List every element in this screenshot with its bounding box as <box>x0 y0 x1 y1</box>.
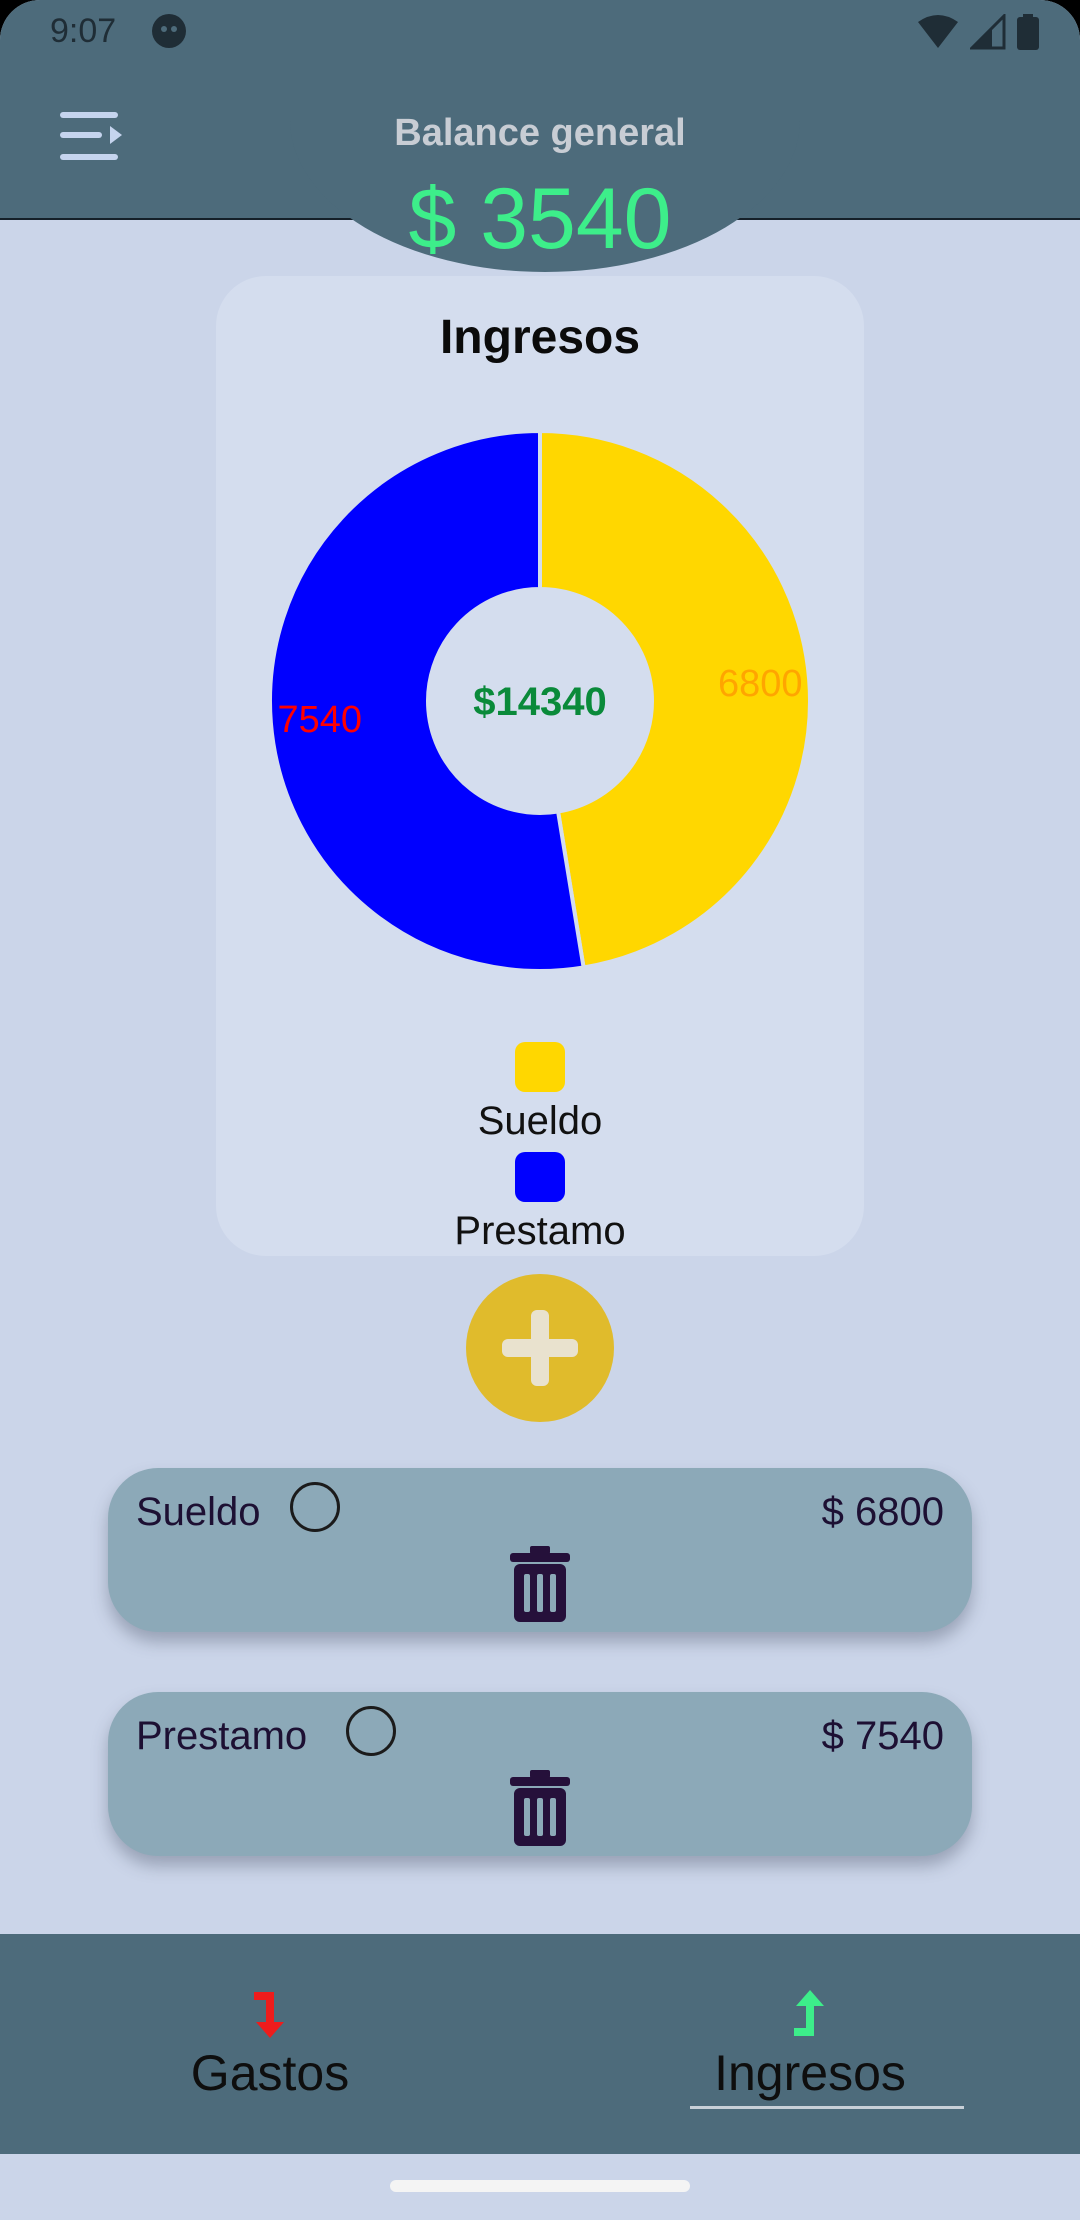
list-item[interactable]: Sueldo $ 6800 <box>108 1468 972 1632</box>
donut-center-total: $14340 <box>473 680 606 724</box>
legend-label: Prestamo <box>454 1209 626 1253</box>
trash-icon[interactable] <box>508 1770 572 1846</box>
status-bar: 9:07 <box>0 0 1080 66</box>
app-screen: 9:07 Balance general $ 3540 Ingresos 680 <box>0 0 1080 2220</box>
add-income-button[interactable] <box>466 1274 614 1422</box>
balance-title: Balance general <box>394 112 686 154</box>
home-indicator[interactable] <box>390 2180 690 2192</box>
legend-item: Sueldo <box>216 1042 864 1144</box>
entry-name: Prestamo <box>136 1714 308 1758</box>
slice-value-label: 6800 <box>718 663 803 705</box>
tab-gastos[interactable]: Gastos <box>120 1934 420 2154</box>
tab-label: Gastos <box>190 2045 350 2101</box>
status-icons <box>916 14 1040 50</box>
balance-amount: $ 3540 <box>408 171 672 267</box>
tab-ingresos[interactable]: Ingresos <box>660 1934 964 2154</box>
legend-swatch <box>515 1152 565 1202</box>
wifi-icon <box>918 15 958 48</box>
list-item[interactable]: Prestamo $ 7540 <box>108 1692 972 1856</box>
arrow-up-green-icon <box>794 1990 824 2036</box>
notification-icon <box>152 14 186 48</box>
legend-swatch <box>515 1042 565 1092</box>
tab-label: Ingresos <box>714 2045 906 2101</box>
entry-name: Sueldo <box>136 1490 261 1534</box>
trash-icon[interactable] <box>508 1546 572 1622</box>
card-title: Ingresos <box>439 311 641 364</box>
bottom-navigation: Gastos Ingresos <box>0 1934 1080 2154</box>
battery-icon <box>1017 14 1039 50</box>
income-chart-card: Ingresos 6800 7540 $14340 Sueldo Prestamo <box>216 276 864 1256</box>
entry-amount: $ 7540 <box>821 1714 944 1758</box>
status-time: 9:07 <box>50 12 117 50</box>
chart-legend: Sueldo Prestamo <box>216 1042 864 1254</box>
arrow-down-red-icon <box>254 1992 284 2038</box>
entry-amount: $ 6800 <box>821 1490 944 1534</box>
select-radio[interactable] <box>346 1706 396 1756</box>
donut-chart: 6800 7540 $14340 <box>268 428 812 973</box>
signal-icon <box>970 14 1006 50</box>
select-radio[interactable] <box>290 1482 340 1532</box>
legend-item: Prestamo <box>216 1152 864 1254</box>
selected-tab-indicator <box>690 2106 964 2109</box>
slice-value-label: 7540 <box>277 699 362 741</box>
legend-label: Sueldo <box>477 1099 603 1143</box>
